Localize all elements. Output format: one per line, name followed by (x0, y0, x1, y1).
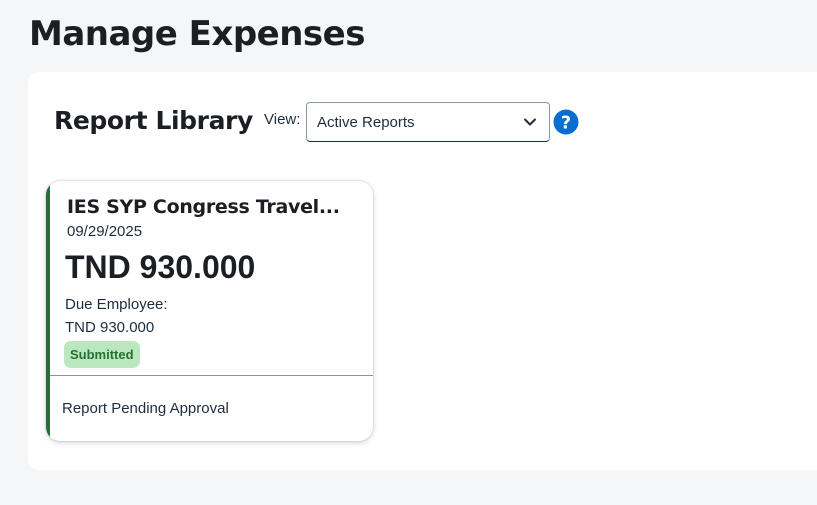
status-accent-bar (46, 181, 50, 441)
question-circle-icon[interactable]: ? (553, 109, 579, 135)
report-library-title: Report Library (54, 106, 253, 135)
due-employee-value: TND 930.000 (65, 319, 155, 336)
report-name: IES SYP Congress Travel... (67, 196, 340, 218)
report-date: 09/29/2025 (67, 223, 143, 240)
status-badge: Submitted (64, 341, 140, 368)
svg-text:?: ? (561, 113, 571, 134)
view-select[interactable]: Active Reports (306, 102, 550, 142)
card-divider (50, 375, 373, 376)
view-label: View: (264, 111, 301, 128)
report-amount: TND 930.000 (65, 249, 256, 285)
due-employee-label: Due Employee: (65, 296, 168, 313)
page-title: Manage Expenses (29, 14, 365, 54)
report-library-panel: Report Library View: Active Reports ? IE… (28, 72, 817, 470)
view-select-value: Active Reports (317, 114, 415, 131)
report-footer-status: Report Pending Approval (62, 400, 229, 417)
chevron-down-icon (524, 118, 536, 126)
report-card[interactable]: IES SYP Congress Travel... 09/29/2025 TN… (46, 181, 373, 441)
